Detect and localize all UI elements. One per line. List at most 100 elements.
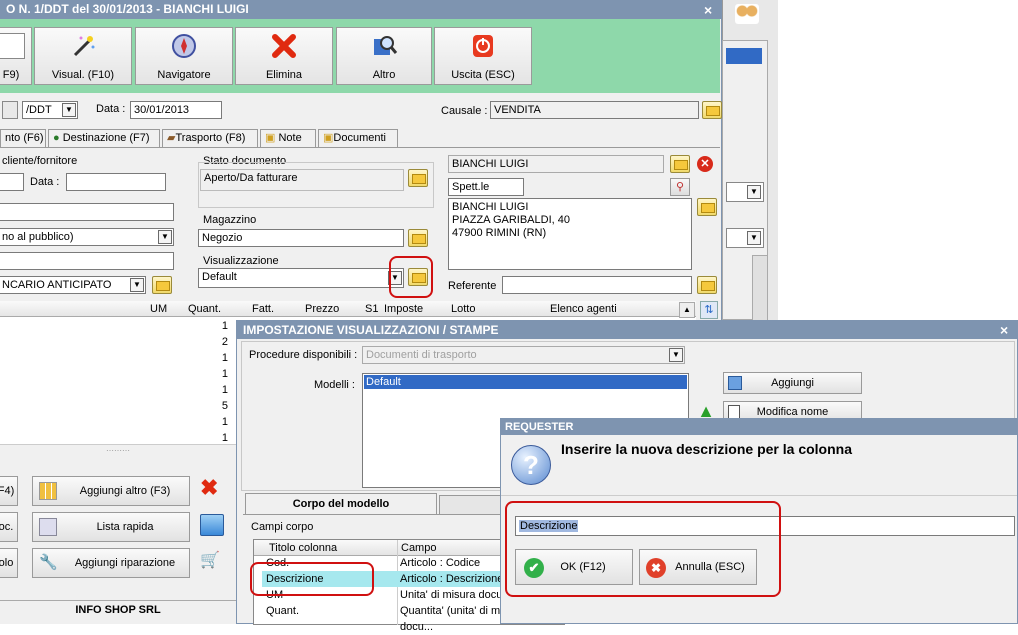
date-field[interactable]: 30/01/2013 (130, 101, 222, 119)
requester-question: Inserire la nuova descrizione per la col… (561, 441, 852, 457)
referente-label: Referente (448, 280, 497, 292)
grid-scrollbar[interactable]: ▲ (679, 302, 695, 318)
chevron-down-icon[interactable]: ▼ (158, 230, 172, 244)
power-icon (473, 35, 493, 57)
quant-cell: 1 (221, 368, 228, 380)
row-campo: Unita' di misura docum (400, 589, 512, 601)
navigatore-button[interactable]: Navigatore (135, 27, 233, 85)
stato-field: Aperto/Da fatturare (200, 169, 404, 191)
cliente-data-field[interactable] (66, 173, 166, 191)
header-imposte: Imposte (384, 303, 424, 315)
toolbar-button-f9[interactable]: F9) (0, 27, 32, 85)
oc-button[interactable]: oc. (0, 512, 18, 542)
tab-note[interactable]: ▣ Note (260, 129, 316, 147)
lista-rapida-button[interactable]: Lista rapida (32, 512, 190, 542)
delete-row-icon[interactable]: ✖ (200, 477, 222, 499)
campi-corpo-label: Campi corpo (251, 521, 314, 533)
header-um: UM (150, 303, 168, 315)
tab-corpo-modello[interactable]: Corpo del modello (245, 493, 437, 515)
quant-cell: 5 (221, 400, 228, 412)
cliente-folder-icon[interactable] (670, 155, 690, 173)
quant-cell: 1 (221, 384, 228, 396)
close-icon[interactable]: × (1000, 322, 1008, 338)
background-scrollbar[interactable] (752, 255, 768, 325)
magazzino-field[interactable]: Negozio (198, 229, 404, 247)
magazzino-folder-icon[interactable] (408, 229, 428, 247)
pagamento-combo[interactable]: NCARIO ANTICIPATO ▼ (0, 276, 146, 294)
header-lotto: Lotto (451, 303, 476, 315)
search-person-icon[interactable]: ⚲ (670, 178, 690, 196)
aggiungi-button[interactable]: Aggiungi (723, 372, 862, 394)
modelli-item-default[interactable]: Default (364, 375, 687, 389)
header-fatt: Fatt. (252, 303, 275, 315)
background-list (726, 48, 762, 64)
background-combo-2[interactable]: ▼ (726, 228, 764, 248)
magic-wand-icon (73, 36, 95, 57)
remove-icon[interactable]: ✕ (697, 156, 713, 172)
chevron-down-icon[interactable]: ▼ (130, 278, 144, 292)
tab-destinazione[interactable]: ● Destinazione (F7) (48, 129, 160, 147)
elimina-button[interactable]: Elimina (235, 27, 333, 85)
pagamento-folder-icon[interactable] (152, 276, 172, 294)
uscita-button[interactable]: Uscita (ESC) (434, 27, 532, 85)
cliente-doc-field[interactable] (0, 173, 24, 191)
cliente-nome-field: BIANCHI LUIGI (448, 155, 664, 173)
procedure-combo[interactable]: Documenti di trasporto ▼ (362, 346, 685, 364)
f4-button[interactable]: F4) (0, 476, 18, 506)
question-icon: ? (511, 445, 551, 485)
background-combo[interactable]: ▼ (726, 182, 764, 202)
row-campo: Articolo : Codice (400, 557, 481, 569)
empty-field-1[interactable] (0, 203, 174, 221)
box-add-icon[interactable] (200, 514, 224, 536)
row-titolo: Quant. (266, 605, 300, 617)
close-icon[interactable]: × (704, 2, 712, 18)
grid-scroll-button[interactable]: ⇅ (700, 301, 718, 319)
date-label: Data : (96, 103, 126, 115)
indirizzo-line-3: 47900 RIMINI (RN) (452, 227, 547, 239)
referente-field[interactable] (502, 276, 692, 294)
olo-button[interactable]: olo (0, 548, 18, 578)
small-field[interactable] (2, 101, 18, 119)
cart-icon[interactable]: 🛒 (200, 550, 222, 572)
document-icon (0, 33, 25, 59)
referente-folder-icon[interactable] (697, 276, 717, 294)
highlight-ring-descrizione (250, 562, 374, 596)
empty-field-2[interactable] (0, 252, 174, 270)
chevron-down-icon[interactable]: ▼ (62, 103, 76, 117)
tab-pagamento[interactable]: nto (F6) (0, 129, 46, 147)
grid-resize-grip[interactable]: ⋯⋯⋯ (0, 444, 236, 458)
aggiungi-altro-button[interactable]: Aggiungi altro (F3) (32, 476, 190, 506)
impostazione-title: IMPOSTAZIONE VISUALIZZAZIONI / STAMPE (237, 321, 1017, 339)
header-campo: Campo (401, 542, 437, 554)
indirizzo-folder-icon[interactable] (697, 198, 717, 216)
requester-dialog: REQUESTER ? Inserire la nuova descrizion… (500, 418, 1018, 624)
delete-x-icon (272, 34, 296, 58)
company-bar: INFO SHOP SRL (0, 600, 236, 620)
wrench-icon: 🔧 (39, 554, 58, 571)
causale-field[interactable]: VENDITA (490, 101, 699, 119)
stato-folder-icon[interactable] (408, 169, 428, 187)
causale-folder-icon[interactable] (702, 101, 722, 119)
visual-button[interactable]: Visual. (F10) (34, 27, 132, 85)
chevron-down-icon[interactable]: ▼ (669, 348, 683, 362)
indirizzo-box[interactable]: BIANCHI LUIGI PIAZZA GARIBALDI, 40 47900… (448, 198, 692, 270)
procedure-label: Procedure disponibili : (249, 349, 358, 361)
listino-combo[interactable]: no al pubblico) ▼ (0, 228, 174, 246)
aggiungi-riparazione-button[interactable]: 🔧 Aggiungi riparazione (32, 548, 190, 578)
highlight-ring-requester (505, 501, 781, 597)
cliente-label: cliente/fornitore (2, 155, 78, 167)
edit-icon (728, 405, 740, 419)
highlight-ring-folder (389, 256, 433, 298)
users-icon[interactable] (735, 4, 759, 24)
tab-documenti[interactable]: ▣Documenti (318, 129, 398, 147)
altro-button[interactable]: Altro (336, 27, 432, 85)
spett-field[interactable]: Spett.le (448, 178, 524, 196)
visualizzazione-combo[interactable]: Default ▼ (198, 268, 404, 288)
data-label: Data : (30, 176, 60, 188)
doc-type-combo[interactable]: /DDT ▼ (22, 101, 78, 119)
tab-trasporto[interactable]: ▰Trasporto (F8) (162, 129, 258, 147)
compass-icon (172, 34, 196, 58)
row-campo: Articolo : Descrizione (400, 573, 504, 585)
main-window-title: O N. 1/DDT del 30/01/2013 - BIANCHI LUIG… (0, 0, 721, 19)
quant-cell: 1 (221, 352, 228, 364)
